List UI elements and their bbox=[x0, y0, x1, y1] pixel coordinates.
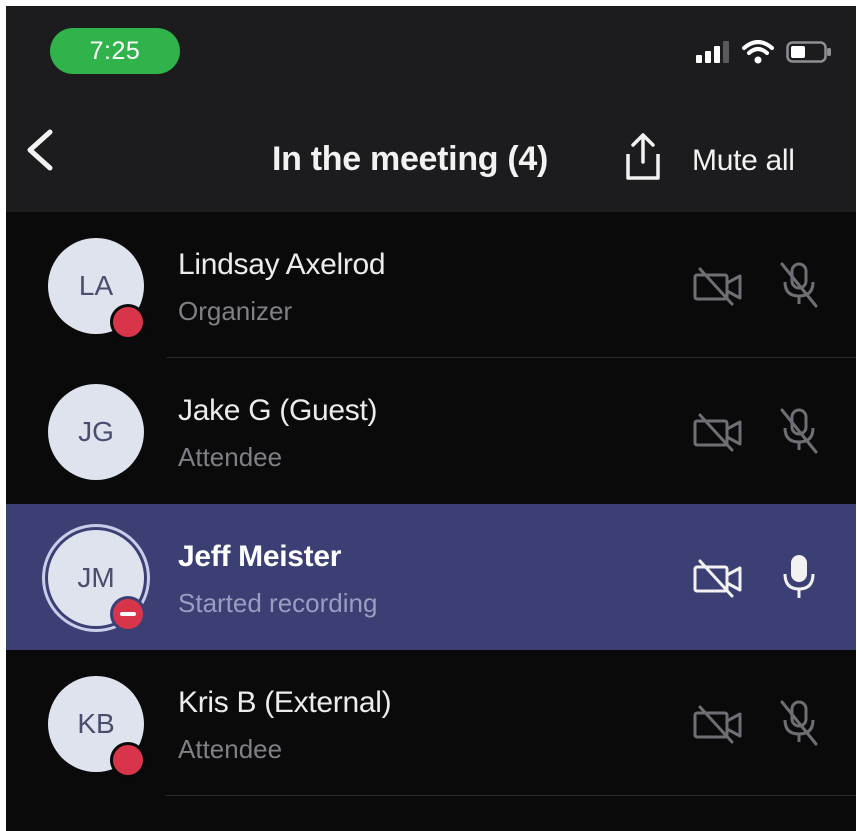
row-divider bbox=[166, 795, 856, 796]
camera-off-icon bbox=[693, 267, 742, 306]
participant-name: Jeff Meister bbox=[178, 540, 342, 573]
participant-name: Kris B (External) bbox=[178, 686, 392, 719]
share-icon bbox=[626, 133, 660, 180]
wifi-icon bbox=[742, 40, 774, 64]
participant-list: LA Lindsay Axelrod Organizer JG Jake G (… bbox=[6, 212, 856, 796]
phone-screen: 7:25 In the meeting (4) Mute all LA Lind… bbox=[6, 6, 856, 831]
participant-role: Organizer bbox=[178, 296, 293, 326]
avatar: JG bbox=[48, 384, 144, 480]
presence-busy-icon bbox=[110, 304, 146, 340]
camera-off-icon bbox=[693, 559, 742, 598]
mute-all-button[interactable]: Mute all bbox=[692, 144, 795, 178]
chevron-left-icon bbox=[27, 129, 53, 171]
participant-row-active[interactable]: JM Jeff Meister Started recording bbox=[6, 504, 856, 650]
camera-off-icon bbox=[693, 705, 742, 744]
cellular-signal-icon bbox=[696, 41, 729, 63]
participant-row[interactable]: KB Kris B (External) Attendee bbox=[6, 650, 856, 796]
back-button[interactable] bbox=[20, 128, 60, 172]
participant-role: Attendee bbox=[178, 734, 283, 764]
status-time[interactable]: 7:25 bbox=[50, 28, 180, 74]
presence-busy-icon bbox=[110, 742, 146, 778]
participant-role: Started recording bbox=[178, 588, 378, 618]
participant-role: Attendee bbox=[178, 442, 283, 472]
mic-off-icon bbox=[780, 700, 818, 746]
mic-off-icon bbox=[780, 408, 818, 454]
participant-name: Jake G (Guest) bbox=[178, 394, 378, 427]
participant-name: Lindsay Axelrod bbox=[178, 248, 386, 281]
participant-row[interactable]: LA Lindsay Axelrod Organizer bbox=[6, 212, 856, 358]
battery-icon bbox=[786, 41, 831, 63]
mic-off-icon bbox=[780, 262, 818, 308]
mic-on-icon bbox=[783, 555, 815, 598]
meeting-header: In the meeting (4) Mute all bbox=[6, 94, 856, 212]
status-icons bbox=[696, 40, 832, 64]
presence-do-not-disturb-icon bbox=[110, 596, 146, 632]
share-button[interactable] bbox=[620, 132, 666, 182]
participant-row[interactable]: JG Jake G (Guest) Attendee bbox=[6, 358, 856, 504]
page-title: In the meeting (4) bbox=[272, 140, 549, 178]
camera-off-icon bbox=[693, 413, 742, 452]
status-bar: 7:25 bbox=[6, 6, 856, 94]
